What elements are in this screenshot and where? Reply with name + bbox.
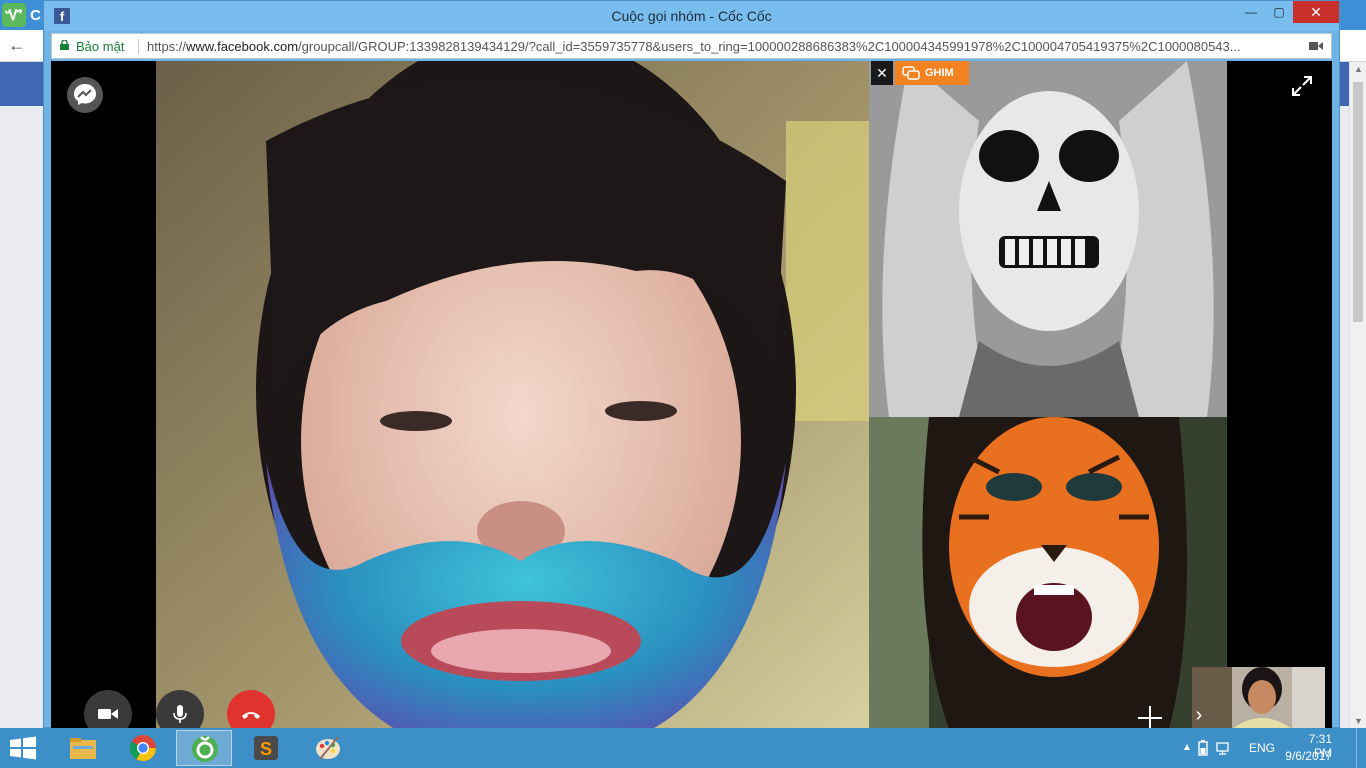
scroll-thumb[interactable] bbox=[1353, 82, 1363, 322]
battery-icon[interactable] bbox=[1196, 740, 1210, 756]
address-bar[interactable]: Bảo mật https://www.facebook.com/groupca… bbox=[51, 33, 1332, 59]
taskbar: S ▲ ENG 7:31 PM 9/6/2017 bbox=[0, 728, 1366, 768]
url-host: www.facebook.com bbox=[186, 39, 299, 54]
participant-video-tile[interactable] bbox=[869, 61, 1227, 417]
input-language[interactable]: ENG bbox=[1249, 741, 1275, 755]
coccoc-icon bbox=[192, 736, 218, 762]
url-scheme: https:// bbox=[147, 39, 187, 54]
arrow-left-icon[interactable]: ← bbox=[8, 35, 26, 56]
address-separator bbox=[138, 39, 139, 54]
show-desktop-button[interactable] bbox=[1356, 728, 1366, 768]
messenger-icon bbox=[67, 77, 103, 113]
taskbar-paint[interactable] bbox=[300, 730, 356, 766]
folder-icon bbox=[70, 738, 96, 759]
window-title: Cuộc gọi nhóm - Cốc Cốc bbox=[611, 8, 772, 24]
coccoc-logo-icon: Ꮙ C bbox=[2, 3, 42, 27]
microphone-icon bbox=[173, 705, 187, 723]
chrome-icon bbox=[129, 735, 157, 762]
maximize-button[interactable]: ▢ bbox=[1265, 1, 1293, 23]
chevron-right-icon[interactable]: › bbox=[1192, 701, 1206, 729]
phone-hangup-icon bbox=[242, 712, 260, 719]
tray-overflow-icon[interactable]: ▲ bbox=[1182, 742, 1192, 753]
paint-palette-icon bbox=[316, 736, 340, 760]
background-logo-text: C bbox=[30, 7, 42, 24]
popup-titlebar: f Cuộc gọi nhóm - Cốc Cốc — ▢ ✕ bbox=[44, 1, 1339, 31]
pin-label: GHIM bbox=[925, 67, 954, 79]
url-text[interactable]: https://www.facebook.com/groupcall/GROUP… bbox=[147, 39, 1307, 54]
sublime-icon: S bbox=[254, 736, 278, 760]
taskbar-sublime[interactable]: S bbox=[238, 730, 294, 766]
scroll-down-icon[interactable]: ▼ bbox=[1354, 716, 1363, 726]
scroll-up-icon[interactable]: ▲ bbox=[1354, 64, 1363, 74]
plus-icon[interactable] bbox=[1131, 699, 1169, 729]
group-call-window: f Cuộc gọi nhóm - Cốc Cốc — ▢ ✕ Bảo mật … bbox=[43, 0, 1340, 729]
close-tile-button[interactable]: ✕ bbox=[871, 61, 893, 85]
call-area: ✕ GHIM › bbox=[51, 61, 1332, 729]
windows-start-icon[interactable] bbox=[8, 736, 38, 760]
taskbar-chrome[interactable] bbox=[115, 730, 171, 766]
camera-permission-icon[interactable] bbox=[1309, 41, 1323, 51]
secure-label: Bảo mật bbox=[76, 39, 125, 54]
main-video-feed bbox=[156, 61, 869, 729]
participant-video-tile[interactable] bbox=[869, 417, 1227, 729]
lock-icon bbox=[60, 40, 69, 50]
self-video-preview[interactable] bbox=[1192, 667, 1325, 729]
svg-text:S: S bbox=[260, 739, 272, 759]
minimize-button[interactable]: — bbox=[1237, 1, 1265, 23]
system-tray: ▲ ENG 7:31 PM 9/6/2017 bbox=[1176, 728, 1366, 768]
video-toggle-button[interactable] bbox=[84, 690, 132, 729]
fullscreen-expand-icon[interactable] bbox=[1291, 75, 1313, 97]
close-window-button[interactable]: ✕ bbox=[1293, 1, 1339, 23]
pin-screen-icon bbox=[902, 66, 920, 80]
clock-date[interactable]: 9/6/2017 bbox=[1284, 749, 1332, 763]
taskbar-file-explorer[interactable] bbox=[55, 730, 111, 766]
window-controls: — ▢ ✕ bbox=[1237, 1, 1339, 23]
url-path: /groupcall/GROUP:1339828139434129/?call_… bbox=[298, 39, 1241, 54]
network-icon[interactable] bbox=[1216, 740, 1232, 756]
background-scrollbar[interactable]: ▲ ▼ bbox=[1349, 62, 1366, 728]
video-camera-icon bbox=[98, 709, 118, 719]
taskbar-coccoc[interactable] bbox=[176, 730, 232, 766]
pin-button[interactable]: GHIM bbox=[895, 61, 969, 85]
